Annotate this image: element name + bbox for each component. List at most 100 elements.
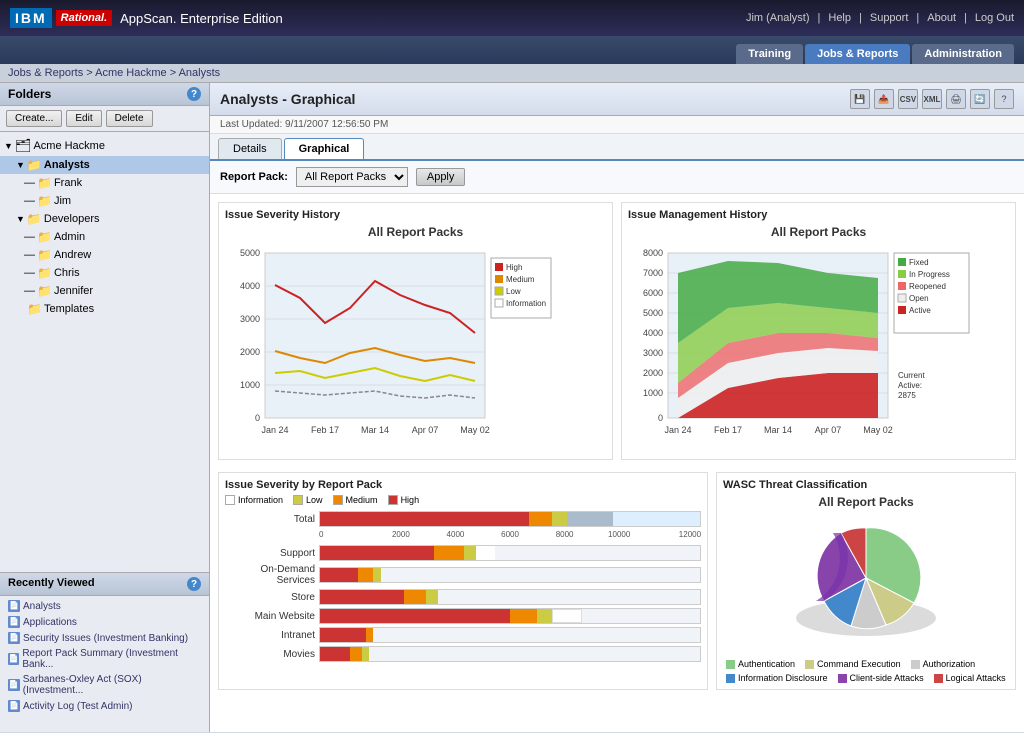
wasc-legend: Authentication Command Execution Authori… xyxy=(726,659,1006,683)
support-link[interactable]: Support xyxy=(870,12,909,24)
rv-list: 📄Analysts 📄Applications 📄Security Issues… xyxy=(0,596,209,716)
wasc-subtitle: All Report Packs xyxy=(818,495,913,509)
legend-command: Command Execution xyxy=(805,659,901,669)
folder-toolbar: Create... Edit Delete xyxy=(0,106,209,132)
rv-header: Recently Viewed ? xyxy=(0,573,209,596)
rv-icon: 📄 xyxy=(8,632,20,644)
svg-text:0: 0 xyxy=(255,413,260,423)
tab-graphical[interactable]: Graphical xyxy=(284,138,365,159)
delete-button[interactable]: Delete xyxy=(106,110,153,127)
svg-text:Feb 17: Feb 17 xyxy=(714,425,742,435)
legend-text: Authorization xyxy=(923,659,976,669)
charts-row1: Issue Severity History All Report Packs xyxy=(218,202,1016,460)
bar-seg xyxy=(350,647,361,661)
rv-item[interactable]: 📄Applications xyxy=(4,614,205,630)
tree-label: Chris xyxy=(54,267,80,279)
legend-medium-label: Medium xyxy=(346,495,378,505)
recently-viewed: Recently Viewed ? 📄Analysts 📄Application… xyxy=(0,572,209,732)
bar-seg-info xyxy=(567,512,613,526)
svg-text:In Progress: In Progress xyxy=(909,270,950,279)
content-header: Analysts - Graphical 💾 📤 CSV XML 🖨 🔄 ? xyxy=(210,83,1024,116)
edit-button[interactable]: Edit xyxy=(66,110,101,127)
expand-icon: ▼ xyxy=(16,214,25,224)
svg-text:Open: Open xyxy=(909,294,929,303)
about-link[interactable]: About xyxy=(927,12,956,24)
legend-box xyxy=(838,674,847,683)
user-nav: Jim (Analyst) | Help | Support | About |… xyxy=(746,12,1014,24)
rv-label: Sarbanes-Oxley Act (SOX) (Investment... xyxy=(23,674,201,696)
tab-jobs-reports[interactable]: Jobs & Reports xyxy=(805,44,910,64)
legend-information: Information xyxy=(225,495,283,505)
tree-item-templates[interactable]: 📁 Templates xyxy=(0,300,209,318)
export-icon[interactable]: 📤 xyxy=(874,89,894,109)
rv-item[interactable]: 📄Security Issues (Investment Banking) xyxy=(4,630,205,646)
csv-icon[interactable]: CSV xyxy=(898,89,918,109)
tree-item-developers[interactable]: ▼ 📁 Developers xyxy=(0,210,209,228)
logout-link[interactable]: Log Out xyxy=(975,12,1014,24)
svg-text:4000: 4000 xyxy=(643,328,663,338)
tree-item-jim[interactable]: — 📁 Jim xyxy=(0,192,209,210)
legend-text: Logical Attacks xyxy=(946,673,1006,683)
rv-item[interactable]: 📄Sarbanes-Oxley Act (SOX) (Investment... xyxy=(4,672,205,698)
rational-logo: Rational. xyxy=(56,10,112,26)
management-history-title: Issue Management History xyxy=(628,209,1009,221)
tab-training[interactable]: Training xyxy=(736,44,803,64)
rv-item[interactable]: 📄Report Pack Summary (Test Admin) xyxy=(4,714,205,716)
save-icon[interactable]: 💾 xyxy=(850,89,870,109)
legend-info-disc: Information Disclosure xyxy=(726,673,828,683)
folders-title: Folders xyxy=(8,87,51,101)
rv-help-icon[interactable]: ? xyxy=(187,577,201,591)
separator: | xyxy=(964,12,967,24)
legend-text: Client-side Attacks xyxy=(850,673,924,683)
rv-icon: 📄 xyxy=(8,653,19,665)
rv-label: Activity Log (Test Admin) xyxy=(23,701,132,712)
tree-item-admin[interactable]: — 📁 Admin xyxy=(0,228,209,246)
tree-item-jennifer[interactable]: — 📁 Jennifer xyxy=(0,282,209,300)
tab-administration[interactable]: Administration xyxy=(912,44,1014,64)
rv-item[interactable]: 📄Analysts xyxy=(4,598,205,614)
legend-box xyxy=(726,674,735,683)
refresh-icon[interactable]: 🔄 xyxy=(970,89,990,109)
bar-seg xyxy=(537,609,552,623)
wasc-chart: WASC Threat Classification All Report Pa… xyxy=(716,472,1016,690)
bar-label: Movies xyxy=(225,649,315,660)
bar-seg xyxy=(373,568,381,582)
rv-label: Report Pack Summary (Investment Bank... xyxy=(22,648,201,670)
tree-item-frank[interactable]: — 📁 Frank xyxy=(0,174,209,192)
bar-seg xyxy=(426,590,437,604)
severity-by-pack-title: Issue Severity by Report Pack xyxy=(225,479,701,491)
bar-row-ondemand: On-Demand Services xyxy=(225,564,701,586)
bar-track xyxy=(319,545,701,561)
svg-text:0: 0 xyxy=(658,413,663,423)
svg-text:Mar 14: Mar 14 xyxy=(764,425,792,435)
user-name: Jim (Analyst) xyxy=(746,12,810,24)
bar-label: Store xyxy=(225,592,315,603)
xml-icon[interactable]: XML xyxy=(922,89,942,109)
help-link[interactable]: Help xyxy=(828,12,851,24)
apply-button[interactable]: Apply xyxy=(416,168,466,186)
bar-seg xyxy=(510,609,537,623)
content-tabs: Details Graphical xyxy=(210,134,1024,161)
svg-text:3000: 3000 xyxy=(643,348,663,358)
tree-item-acme[interactable]: ▼ 🗂 Acme Hackme xyxy=(0,136,209,156)
wasc-title: WASC Threat Classification xyxy=(723,479,1009,491)
tree-item-chris[interactable]: — 📁 Chris xyxy=(0,264,209,282)
folders-header: Folders ? xyxy=(0,83,209,106)
tab-details[interactable]: Details xyxy=(218,138,282,159)
bar-row-mainwebsite: Main Website xyxy=(225,608,701,624)
tree-item-andrew[interactable]: — 📁 Andrew xyxy=(0,246,209,264)
rv-label: Security Issues (Investment Banking) xyxy=(23,633,188,644)
bar-seg xyxy=(366,628,374,642)
help-icon[interactable]: ? xyxy=(994,89,1014,109)
report-pack-select[interactable]: All Report Packs xyxy=(296,167,408,187)
folders-help-icon[interactable]: ? xyxy=(187,87,201,101)
create-button[interactable]: Create... xyxy=(6,110,62,127)
legend-client-side: Client-side Attacks xyxy=(838,673,924,683)
rv-item[interactable]: 📄Activity Log (Test Admin) xyxy=(4,698,205,714)
tree-item-analysts[interactable]: ▼ 📁 Analysts xyxy=(0,156,209,174)
rv-item[interactable]: 📄Report Pack Summary (Investment Bank... xyxy=(4,646,205,672)
top-bar: IBM Rational. AppScan. Enterprise Editio… xyxy=(0,0,1024,36)
print-icon[interactable]: 🖨 xyxy=(946,89,966,109)
bar-seg xyxy=(362,647,370,661)
legend-logical: Logical Attacks xyxy=(934,673,1006,683)
